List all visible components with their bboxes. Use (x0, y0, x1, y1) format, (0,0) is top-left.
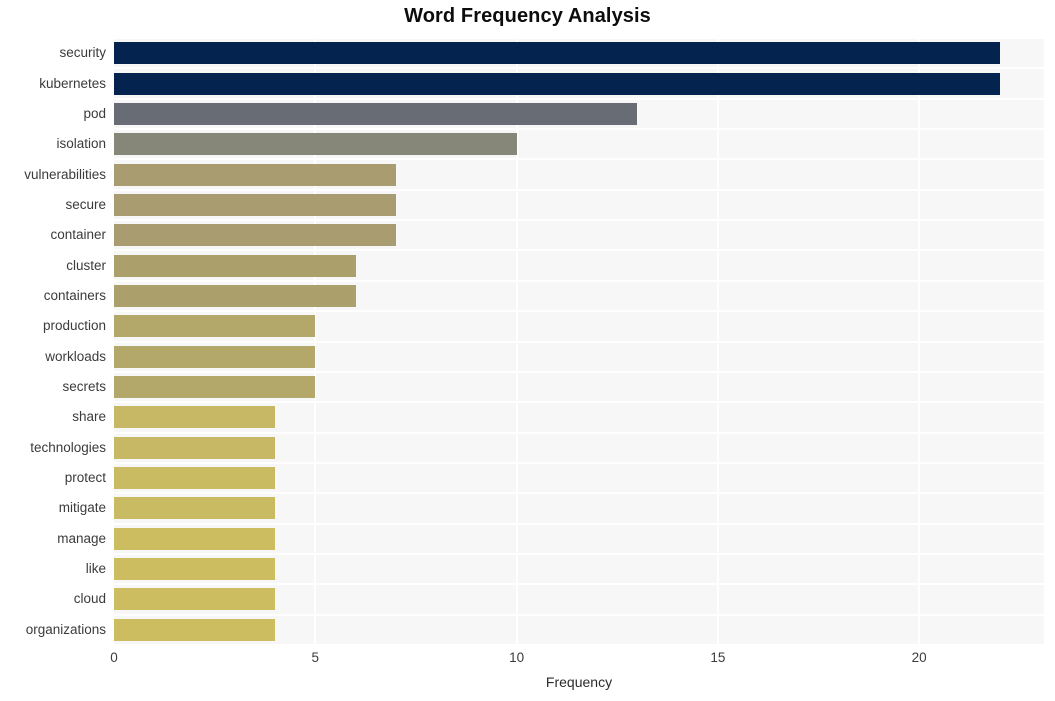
y-gridline (114, 370, 1044, 373)
y-axis-tick-label: production (42, 318, 106, 334)
y-axis-tick-labels: security kubernetes pod isolation vulnerabil… (0, 38, 106, 645)
bar (114, 193, 396, 216)
bar (114, 618, 276, 641)
x-axis-tick-label: 10 (509, 650, 525, 665)
bar (114, 376, 316, 399)
bar (114, 558, 276, 581)
bar (114, 72, 1000, 95)
y-axis-tick-label: pod (83, 105, 106, 121)
bar (114, 315, 316, 338)
bar (114, 345, 316, 368)
y-axis-tick-label: container (50, 227, 106, 243)
y-axis-tick-label: mitigate (58, 500, 106, 516)
bar (114, 284, 356, 307)
bar (114, 436, 276, 459)
y-axis-tick-label: like (85, 561, 106, 577)
y-gridline (114, 552, 1044, 555)
y-gridline (114, 279, 1044, 282)
bar (114, 467, 276, 490)
plot-area (114, 38, 1044, 645)
y-gridline (114, 431, 1044, 434)
bar (114, 254, 356, 277)
bar (114, 133, 517, 156)
y-axis-tick-label: organizations (25, 621, 106, 637)
x-axis-tick-label: 5 (311, 650, 320, 665)
y-gridline (114, 310, 1044, 313)
y-axis-tick-label: cloud (73, 591, 106, 607)
y-axis-tick-label: vulnerabilities (24, 166, 106, 182)
y-gridline (114, 128, 1044, 131)
y-gridline (114, 522, 1044, 525)
y-gridline (114, 644, 1044, 645)
y-gridline (114, 613, 1044, 616)
y-axis-tick-label: workloads (45, 348, 106, 364)
y-gridline (114, 492, 1044, 495)
y-axis-tick-label: share (72, 409, 106, 425)
y-gridline (114, 67, 1044, 70)
bar (114, 497, 276, 520)
y-gridline (114, 461, 1044, 464)
y-axis-tick-label: protect (64, 470, 106, 486)
bar (114, 102, 638, 125)
page-title: Word Frequency Analysis (404, 5, 651, 27)
y-gridline (114, 158, 1044, 161)
y-axis-tick-label: technologies (30, 439, 106, 455)
x-axis-tick-label: 20 (911, 650, 927, 665)
y-gridline (114, 340, 1044, 343)
bar (114, 527, 276, 550)
y-gridline (114, 583, 1044, 586)
y-gridline (114, 249, 1044, 252)
y-axis-tick-label: secure (65, 196, 106, 212)
y-axis-tick-label: secrets (62, 379, 106, 395)
y-gridline (114, 401, 1044, 404)
y-gridline (114, 38, 1044, 39)
y-gridline (114, 188, 1044, 191)
y-axis-tick-label: cluster (66, 257, 106, 273)
y-axis-tick-label: isolation (56, 136, 106, 152)
y-gridline (114, 97, 1044, 100)
y-axis-tick-label: kubernetes (39, 75, 106, 91)
y-gridline (114, 219, 1044, 222)
bar (114, 42, 1000, 65)
x-axis-title: Frequency (545, 674, 613, 690)
y-axis-tick-label: manage (57, 530, 106, 546)
bar (114, 224, 396, 247)
x-axis-tick-label: 15 (710, 650, 726, 665)
word-frequency-chart-figure: Word Frequency Analysis security kubernet… (0, 0, 1055, 701)
y-axis-tick-label: containers (43, 287, 106, 303)
bar (114, 406, 276, 429)
y-axis-tick-label: security (59, 45, 106, 61)
bar (114, 163, 396, 186)
x-axis-tick-labels: 0 5 10 15 20 (0, 650, 1055, 672)
x-axis-tick-label: 0 (110, 650, 118, 665)
bar (114, 588, 276, 611)
